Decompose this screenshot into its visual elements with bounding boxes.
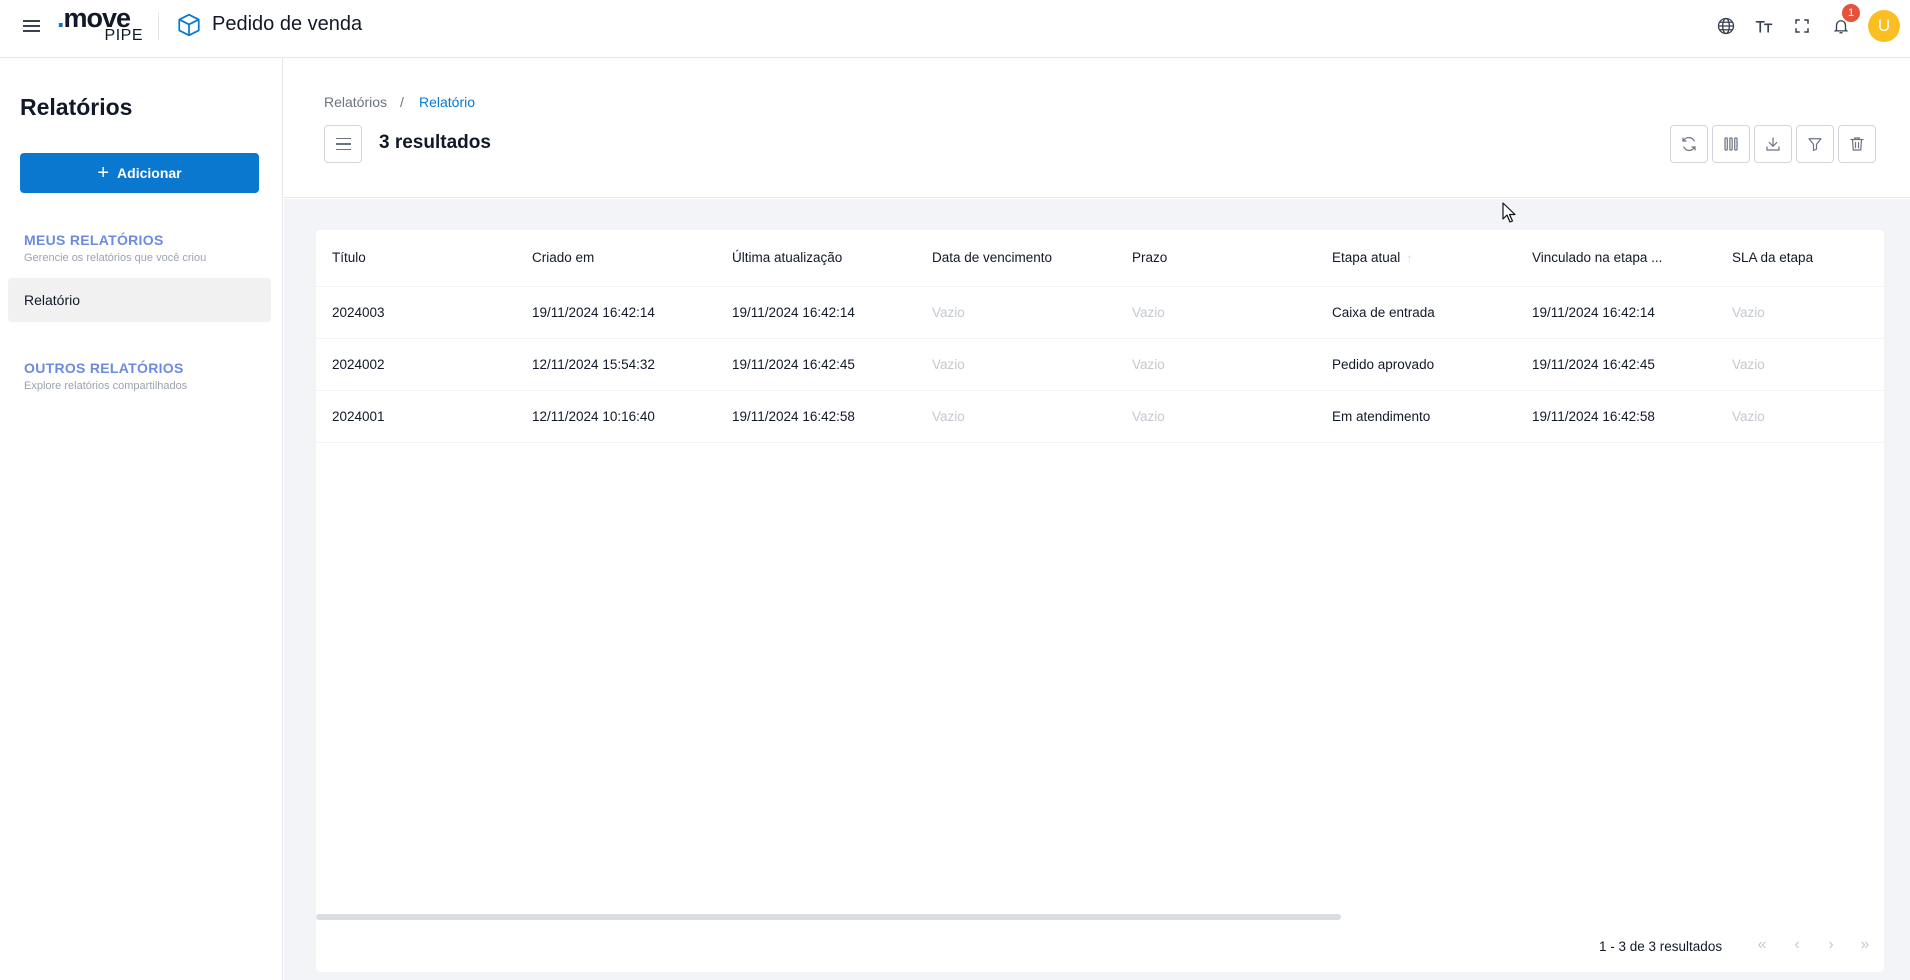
results-title: 3 resultados (379, 132, 491, 153)
divider (158, 12, 159, 40)
results-table: Título Criado em Última atualização Data… (316, 230, 1884, 443)
refresh-button[interactable] (1670, 125, 1708, 163)
first-page-icon[interactable]: « (1751, 934, 1773, 956)
logo-sub: PIPE (104, 27, 143, 44)
download-button[interactable] (1754, 125, 1792, 163)
cell-criado-em: 12/11/2024 15:54:32 (516, 338, 716, 391)
other-reports-heading[interactable]: OUTROS RELATÓRIOS (24, 360, 184, 376)
columns-button[interactable] (1712, 125, 1750, 163)
cell-ultima-atualizacao: 19/11/2024 16:42:58 (716, 390, 916, 443)
results-card: Título Criado em Última atualização Data… (316, 230, 1884, 972)
cell-criado-em: 12/11/2024 10:16:40 (516, 390, 716, 443)
cell-titulo: 2024002 (316, 338, 516, 391)
notification-badge: 1 (1842, 4, 1860, 22)
next-page-icon[interactable]: › (1820, 934, 1842, 956)
cell-vinculado-etapa: 19/11/2024 16:42:45 (1516, 338, 1716, 391)
column-header-prazo[interactable]: Prazo (1116, 230, 1316, 287)
cell-etapa-atual: Caixa de entrada (1316, 286, 1516, 339)
last-page-icon[interactable]: » (1854, 934, 1876, 956)
pagination-summary: 1 - 3 de 3 resultados (1599, 939, 1723, 954)
text-size-icon[interactable] (1750, 12, 1778, 40)
cube-icon (178, 13, 200, 37)
content-header: Relatórios / Relatório 3 resultados (284, 58, 1910, 198)
cell-titulo: 2024001 (316, 390, 516, 443)
filter-button[interactable] (1796, 125, 1834, 163)
breadcrumb-current[interactable]: Relatório (419, 94, 475, 110)
cell-vinculado-etapa: 19/11/2024 16:42:58 (1516, 390, 1716, 443)
add-button-label: Adicionar (117, 165, 182, 181)
cell-criado-em: 19/11/2024 16:42:14 (516, 286, 716, 339)
app-title: Pedido de venda (212, 13, 363, 35)
cell-ultima-atualizacao: 19/11/2024 16:42:14 (716, 286, 916, 339)
list-menu-button[interactable] (324, 125, 362, 163)
delete-button[interactable] (1838, 125, 1876, 163)
horizontal-scrollbar[interactable] (316, 914, 1341, 920)
cell-prazo: Vazio (1116, 338, 1316, 391)
cell-data-vencimento: Vazio (916, 338, 1116, 391)
other-reports-subtitle: Explore relatórios compartilhados (24, 380, 188, 392)
cell-ultima-atualizacao: 19/11/2024 16:42:45 (716, 338, 916, 391)
cell-titulo: 2024003 (316, 286, 516, 339)
trash-icon (1850, 137, 1864, 151)
breadcrumb-parent[interactable]: Relatórios (324, 94, 387, 110)
table-row[interactable]: 2024003 19/11/2024 16:42:14 19/11/2024 1… (316, 286, 1884, 339)
cell-vinculado-etapa: 19/11/2024 16:42:14 (1516, 286, 1716, 339)
cell-data-vencimento: Vazio (916, 390, 1116, 443)
top-bar: .move PIPE Pedido de venda 1 U (0, 0, 1910, 58)
column-header-data-vencimento[interactable]: Data de vencimento (916, 230, 1116, 287)
logo[interactable]: .move PIPE (57, 3, 145, 46)
avatar[interactable]: U (1868, 10, 1900, 42)
cell-data-vencimento: Vazio (916, 286, 1116, 339)
previous-page-icon[interactable]: ‹ (1786, 934, 1808, 956)
breadcrumb-separator: / (400, 94, 404, 110)
table-row[interactable]: 2024002 12/11/2024 15:54:32 19/11/2024 1… (316, 338, 1884, 391)
sidebar-title: Relatórios (20, 94, 133, 120)
cell-sla-etapa: Vazio (1716, 338, 1884, 391)
cell-prazo: Vazio (1116, 286, 1316, 339)
sidebar-item-relatorio[interactable]: Relatório (8, 278, 271, 322)
table-row[interactable]: 2024001 12/11/2024 10:16:40 19/11/2024 1… (316, 390, 1884, 443)
column-header-titulo[interactable]: Título (316, 230, 516, 287)
download-icon (1766, 137, 1780, 151)
refresh-icon (1682, 137, 1696, 151)
cell-etapa-atual: Em atendimento (1316, 390, 1516, 443)
fullscreen-icon[interactable] (1788, 12, 1816, 40)
sidebar: Relatórios + Adicionar MEUS RELATÓRIOS G… (0, 58, 283, 980)
add-report-button[interactable]: + Adicionar (20, 153, 259, 193)
my-reports-subtitle: Gerencie os relatórios que você criou (24, 252, 207, 264)
my-reports-heading[interactable]: MEUS RELATÓRIOS (24, 232, 164, 248)
plus-icon: + (97, 162, 110, 184)
column-header-criado-em[interactable]: Criado em (516, 230, 716, 287)
cell-sla-etapa: Vazio (1716, 286, 1884, 339)
filter-icon (1808, 138, 1822, 151)
column-header-ultima-atualizacao[interactable]: Última atualização (716, 230, 916, 287)
columns-icon (1724, 137, 1738, 151)
menu-icon[interactable] (20, 14, 44, 38)
sort-arrow-up-icon[interactable]: ↑ (1406, 251, 1412, 265)
column-header-etapa-atual[interactable]: Etapa atual ↑ (1316, 230, 1516, 287)
cell-prazo: Vazio (1116, 390, 1316, 443)
column-header-vinculado-etapa[interactable]: Vinculado na etapa ... (1516, 230, 1716, 287)
globe-icon[interactable] (1712, 12, 1740, 40)
cell-etapa-atual: Pedido aprovado (1316, 338, 1516, 391)
table-header-row: Título Criado em Última atualização Data… (316, 230, 1884, 287)
column-header-sla-etapa[interactable]: SLA da etapa (1716, 230, 1884, 287)
mouse-cursor-icon (1502, 202, 1516, 223)
sidebar-item-label: Relatório (24, 292, 81, 308)
column-header-etapa-atual-label: Etapa atual (1332, 250, 1401, 266)
cell-sla-etapa: Vazio (1716, 390, 1884, 443)
